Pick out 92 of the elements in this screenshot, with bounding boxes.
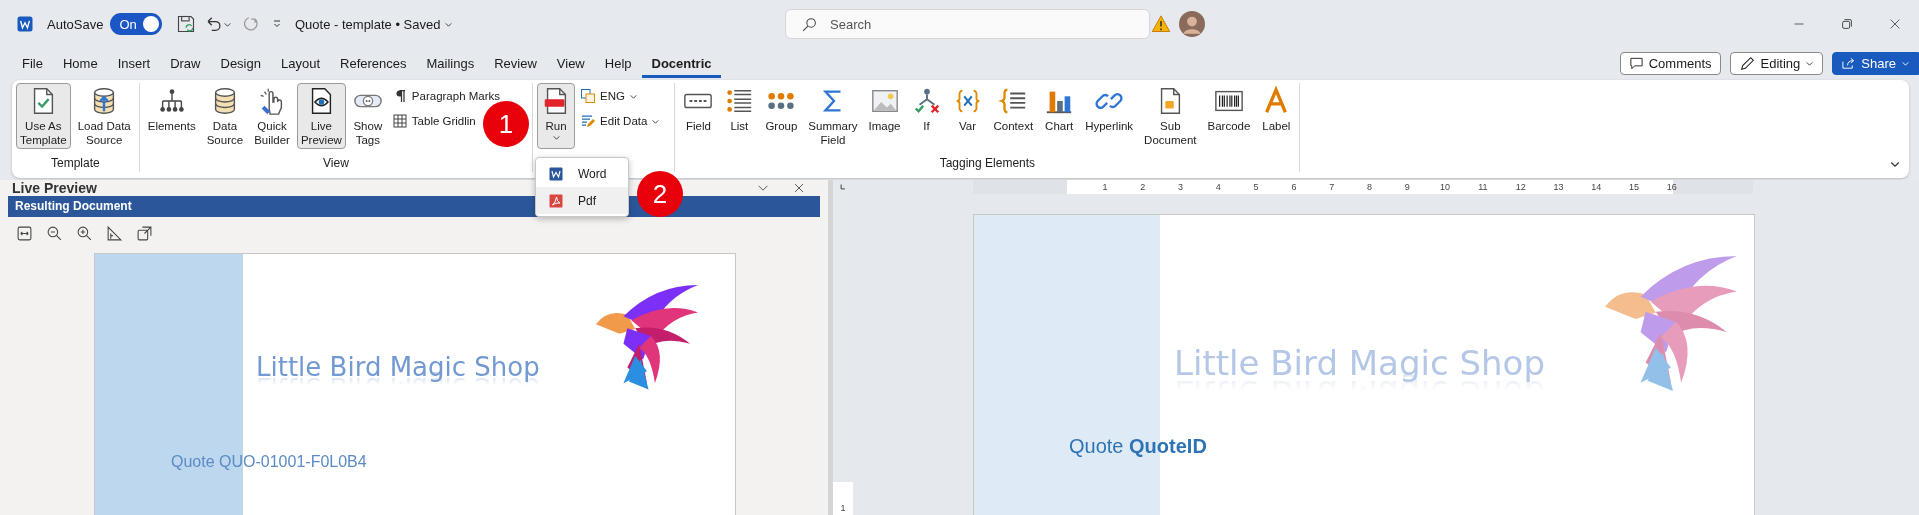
menu-item[interactable]: Pdf	[536, 187, 628, 214]
ribbon-button[interactable]: Chart	[1040, 83, 1079, 149]
menu-tab[interactable]: File	[12, 50, 53, 78]
ribbon-button[interactable]: Context	[989, 83, 1038, 149]
ribbon-button[interactable]: Group	[761, 83, 802, 149]
menu-item[interactable]: Word	[536, 160, 628, 187]
ruler-number: 10	[1439, 181, 1452, 194]
ribbon-button[interactable]: Field	[679, 83, 718, 149]
menu-tab[interactable]: Review	[484, 50, 547, 78]
ruler-number: 11	[1477, 181, 1489, 194]
ribbon-button[interactable]: Var	[948, 83, 987, 149]
ruler-icon	[106, 225, 123, 242]
ruler-number: 4	[1214, 181, 1222, 194]
ruler-number: 13	[1552, 181, 1565, 194]
ribbon-button[interactable]: Image	[864, 83, 905, 149]
ribbon-button[interactable]: Run	[537, 83, 576, 149]
word-document-icon	[548, 165, 564, 182]
ruler-number: 9	[1403, 181, 1411, 194]
ribbon-button[interactable]: Barcode	[1203, 83, 1255, 149]
menu-tab[interactable]: References	[330, 50, 417, 78]
ribbon-button[interactable]: ENG	[578, 85, 640, 107]
autosave-label: AutoSave	[47, 16, 104, 32]
share-button[interactable]: Share	[1832, 51, 1919, 75]
close-icon	[792, 181, 806, 195]
restore-icon	[1840, 17, 1854, 31]
menu-tab[interactable]: Layout	[270, 50, 330, 78]
toggle-switch[interactable]: On	[110, 13, 162, 35]
zoom-out-icon	[46, 225, 63, 242]
save-icon	[175, 14, 196, 34]
menu-tab[interactable]: Design	[210, 50, 271, 78]
ribbon-button[interactable]: Sub Document	[1140, 83, 1201, 149]
menu-tab[interactable]: Docentric	[641, 50, 722, 78]
ruler-number: 3	[1177, 181, 1184, 194]
app-icon	[15, 14, 35, 34]
edit-lines-icon	[580, 113, 597, 129]
ribbon-button[interactable]: Table Gridlin	[389, 110, 478, 132]
quote-text: Quote QUO-01001-F0L0B4	[171, 453, 368, 471]
ruler-number: 12	[1514, 181, 1527, 194]
warning-icon	[1151, 14, 1171, 34]
menu-tab[interactable]: Draw	[160, 50, 211, 78]
ruler-number: 15	[1628, 181, 1641, 194]
ribbon-button[interactable]: List	[720, 83, 759, 149]
share-icon	[1841, 55, 1857, 71]
menu-tab[interactable]: Home	[52, 50, 108, 78]
pencil-icon	[1738, 54, 1756, 72]
ribbon-button[interactable]: Data Source	[202, 83, 248, 149]
ruler-number: 1	[833, 482, 853, 515]
document-title[interactable]: Quote - template • Saved	[295, 16, 441, 32]
ribbon-button[interactable]: Elements	[143, 83, 200, 149]
translate-icon	[580, 88, 597, 104]
menu-tab[interactable]: View	[546, 50, 595, 78]
ribbon-button[interactable]: Load Data Source	[73, 83, 135, 149]
search-field[interactable]: Search	[785, 9, 1150, 39]
pop-out-icon	[136, 225, 153, 242]
menu-tab[interactable]: Insert	[107, 50, 161, 78]
ribbon-button[interactable]: If	[907, 83, 946, 149]
ribbon-button[interactable]: Hyperlink	[1081, 83, 1138, 149]
ruler-number: 2	[1139, 181, 1147, 194]
zoom-in-icon	[76, 225, 93, 242]
ribbon-button[interactable]: Use As Template	[16, 83, 71, 149]
quote-text: Quote QuoteID	[1069, 435, 1208, 458]
comments-button[interactable]: Comments	[1619, 51, 1721, 75]
ruler-number: 7	[1328, 181, 1336, 194]
group-label: View	[323, 156, 349, 171]
grid-icon	[391, 113, 408, 129]
document-heading: Little Bird Magic Shop	[256, 352, 540, 382]
ribbon-button[interactable]: Quick Builder	[250, 83, 294, 149]
ribbon-button[interactable]: Show Tags	[348, 83, 387, 149]
editing-button[interactable]: Editing	[1729, 51, 1824, 75]
pane-title: Live Preview	[12, 180, 97, 196]
close-icon	[1888, 17, 1902, 31]
menu-tab[interactable]: Mailings	[416, 50, 485, 78]
ruler-number: 14	[1590, 181, 1603, 194]
comment-icon	[1628, 55, 1644, 71]
menu-tab[interactable]: Help	[594, 50, 642, 78]
ruler-number: 5	[1252, 181, 1260, 194]
tab-stop-icon	[838, 182, 848, 192]
search-icon	[801, 16, 818, 33]
fit-width-icon	[16, 225, 33, 242]
group-label: Tagging Elements	[939, 156, 1036, 171]
group-label: Template	[51, 156, 100, 171]
pdf-icon	[548, 192, 564, 209]
document-heading: Little Bird Magic Shop	[1174, 343, 1545, 383]
ribbon-button[interactable]: Edit Data	[578, 110, 663, 132]
ruler-number: 16	[1665, 181, 1678, 194]
ruler-number: 1	[1101, 181, 1109, 194]
ribbon-button[interactable]: Label	[1257, 83, 1296, 149]
avatar-icon	[1179, 11, 1205, 37]
ruler-number: 6	[1290, 181, 1298, 194]
ribbon-button[interactable]: Summary Field	[804, 83, 862, 149]
ribbon-button[interactable]: Live Preview	[296, 83, 346, 149]
ruler-number: 8	[1365, 181, 1373, 194]
